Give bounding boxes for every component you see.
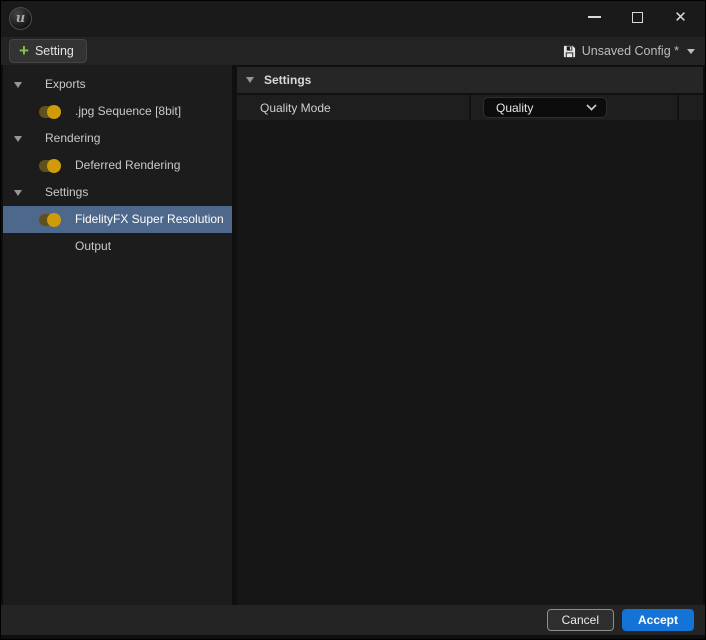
item-label: Output [75,233,111,260]
tree-category-rendering[interactable]: Rendering [3,125,232,152]
property-row-quality-mode: Quality Mode Quality [237,93,703,120]
config-name-label: Unsaved Config * [582,44,679,58]
config-preset-dropdown[interactable]: Unsaved Config * [563,37,695,65]
toggle-knob [47,213,61,227]
accept-button[interactable]: Accept [622,609,694,631]
dropdown-selected-value: Quality [496,101,533,115]
titlebar[interactable]: u ✕ [1,1,705,37]
item-label: Deferred Rendering [75,152,180,179]
close-button[interactable]: ✕ [659,1,702,33]
property-label: Quality Mode [237,95,471,120]
details-panel: Settings Quality Mode Quality [237,67,703,605]
toggle-knob [47,105,61,119]
category-label: Exports [45,71,86,98]
toggle-knob [47,159,61,173]
expand-arrow-icon[interactable] [14,82,22,88]
collapse-arrow-icon[interactable] [246,77,254,83]
tree-item-jpg-sequence[interactable]: .jpg Sequence [8bit] [3,98,232,125]
maximize-button[interactable] [616,1,659,33]
expand-arrow-icon[interactable] [14,190,22,196]
enable-toggle[interactable] [39,160,60,172]
footer-bar: Cancel Accept [1,605,705,635]
tree-category-exports[interactable]: Exports [3,71,232,98]
tree-item-output[interactable]: Output [3,233,232,260]
tree-item-deferred-rendering[interactable]: Deferred Rendering [3,152,232,179]
add-setting-button[interactable]: + Setting [9,39,87,63]
minimize-button[interactable] [573,1,616,33]
toolbar: + Setting Unsaved Config * [1,37,705,65]
close-icon: ✕ [674,8,687,26]
enable-toggle[interactable] [39,214,60,226]
cancel-button[interactable]: Cancel [547,609,614,631]
details-section-title: Settings [264,67,311,93]
unreal-engine-logo-icon: u [9,7,32,30]
enable-toggle[interactable] [39,106,60,118]
minimize-icon [588,16,601,18]
category-label: Rendering [45,125,100,152]
chevron-down-icon [687,49,695,54]
property-extra-column [679,95,703,120]
maximize-icon [632,12,643,23]
save-icon [563,45,576,58]
add-setting-label: Setting [35,44,74,58]
expand-arrow-icon[interactable] [14,136,22,142]
movie-render-queue-settings-window: u ✕ + Setting Unsave [0,0,706,640]
chevron-down-icon [586,104,597,111]
settings-tree: Exports .jpg Sequence [8bit] Rendering D… [3,65,232,605]
main-body: Exports .jpg Sequence [8bit] Rendering D… [3,65,703,605]
item-label: .jpg Sequence [8bit] [75,98,181,125]
item-label: FidelityFX Super Resolution [75,206,224,233]
category-label: Settings [45,179,88,206]
property-value-cell: Quality [471,95,679,120]
plus-icon: + [19,42,29,59]
tree-item-fidelityfx-super-resolution[interactable]: FidelityFX Super Resolution [3,206,232,233]
quality-mode-dropdown[interactable]: Quality [483,97,607,118]
details-section-header[interactable]: Settings [237,67,703,93]
window-controls: ✕ [573,1,702,33]
tree-category-settings[interactable]: Settings [3,179,232,206]
